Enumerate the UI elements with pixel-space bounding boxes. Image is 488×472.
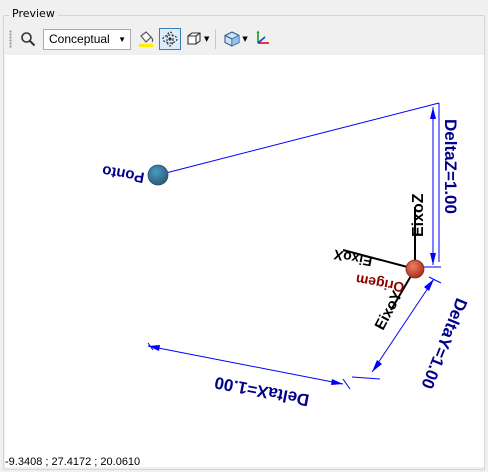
projection-dropdown-icon[interactable]: ▼ — [242, 35, 247, 43]
point-label: Ponto — [101, 162, 146, 186]
projection-button[interactable] — [221, 28, 243, 50]
point-sphere[interactable] — [147, 164, 169, 186]
origin-sphere[interactable] — [405, 259, 425, 279]
axis-z-label: EixoZ — [410, 193, 427, 237]
scene-canvas[interactable]: DeltaZ=1.00 Ponto DeltaY=1.00 DeltaX=1.0… — [5, 55, 484, 467]
point-connector-line — [157, 102, 440, 176]
box-view-icon — [187, 32, 201, 45]
paint-bucket-icon — [139, 31, 154, 47]
dimension-deltay-label: DeltaY=1.00 — [417, 296, 471, 392]
preview-toolbar: Conceptual ▼ ▼ ▼ — [5, 24, 484, 54]
projection-cube-icon — [224, 31, 240, 47]
toolbar-separator — [215, 29, 217, 49]
view-cube-dropdown-icon[interactable]: ▼ — [204, 35, 209, 43]
ucs-axes-button[interactable] — [251, 28, 273, 50]
3d-viewport[interactable]: DeltaZ=1.00 Ponto DeltaY=1.00 DeltaX=1.0… — [5, 55, 484, 467]
chevron-down-icon: ▼ — [118, 34, 126, 44]
toolbar-grip[interactable] — [9, 30, 12, 48]
view-cube-button[interactable] — [183, 28, 205, 50]
origin-label: Origem — [354, 272, 405, 296]
orbit-button[interactable] — [159, 28, 181, 50]
visual-style-value: Conceptual — [49, 32, 110, 46]
magnifier-icon — [21, 32, 36, 47]
preview-title: Preview — [9, 7, 58, 21]
dimension-deltax-label: DeltaX=1.00 — [213, 373, 311, 410]
fill-color-button[interactable] — [135, 28, 157, 50]
zoom-button[interactable] — [17, 28, 39, 50]
ucs-axes-icon — [256, 30, 269, 44]
axis-x-label: EixoX — [332, 247, 374, 270]
dimension-deltaz-label: DeltaZ=1.00 — [441, 119, 460, 214]
cursor-coordinates: -9.3408 ; 27.4172 ; 20.0610 — [5, 456, 141, 468]
visual-style-select[interactable]: Conceptual ▼ — [43, 28, 131, 50]
orbit-icon — [162, 31, 178, 47]
dimension-deltaz — [417, 103, 441, 268]
